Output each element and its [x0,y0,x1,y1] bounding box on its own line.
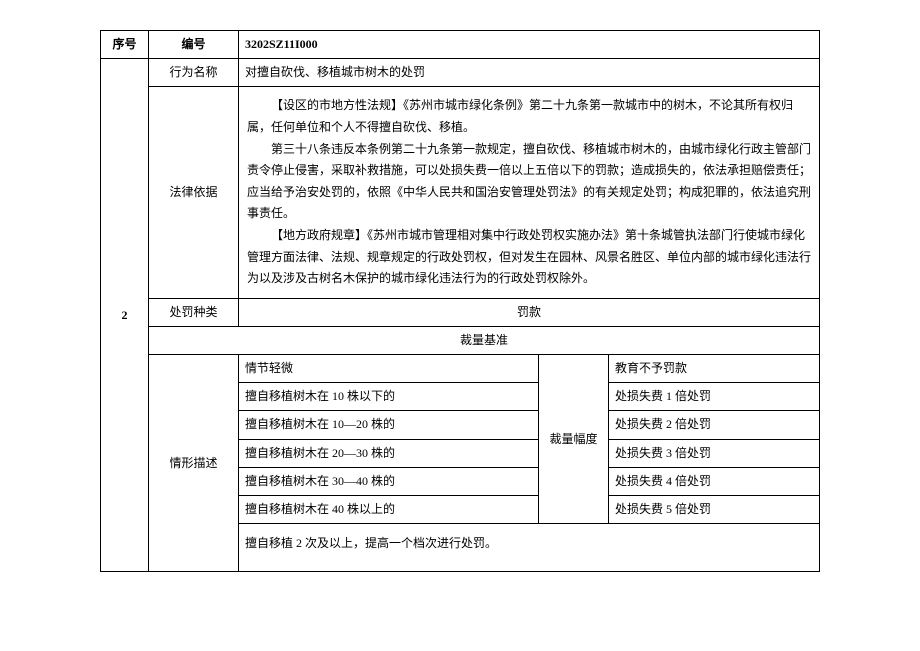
code-header: 编号 [149,31,239,59]
penalty-type-row: 处罚种类 罚款 [101,298,820,326]
behavior-name-label: 行为名称 [149,59,239,87]
tier-situation: 擅自移植树木在 20—30 株的 [239,439,539,467]
seq-header: 序号 [101,31,149,59]
amplitude-label: 裁量幅度 [539,355,609,524]
tier-amplitude: 处损失费 2 倍处罚 [609,411,820,439]
tier-amplitude: 处损失费 5 倍处罚 [609,496,820,524]
tier-amplitude: 处损失费 4 倍处罚 [609,467,820,495]
penalty-type-value: 罚款 [239,298,820,326]
penalty-table: 序号 编号 3202SZ11I000 2 行为名称 对擅自砍伐、移植城市树木的处… [100,30,820,572]
behavior-name-value: 对擅自砍伐、移植城市树木的处罚 [239,59,820,87]
law-basis-row: 法律依据 【设区的市地方性法规】《苏州市城市绿化条例》第二十九条第一款城市中的树… [101,87,820,298]
behavior-row: 2 行为名称 对擅自砍伐、移植城市树木的处罚 [101,59,820,87]
situation-label: 情形描述 [149,355,239,572]
tier-situation: 擅自移植树木在 10—20 株的 [239,411,539,439]
law-basis-text: 【设区的市地方性法规】《苏州市城市绿化条例》第二十九条第一款城市中的树木，不论其… [239,87,820,298]
tier-amplitude: 处损失费 3 倍处罚 [609,439,820,467]
tier-situation: 擅自移植树木在 40 株以上的 [239,496,539,524]
table-header-row: 序号 编号 3202SZ11I000 [101,31,820,59]
penalty-type-label: 处罚种类 [149,298,239,326]
tier-amplitude: 教育不予罚款 [609,355,820,383]
code-value: 3202SZ11I000 [239,31,820,59]
tier-row: 情形描述 情节轻微 裁量幅度 教育不予罚款 [101,355,820,383]
tier-situation: 擅自移植树木在 10 株以下的 [239,383,539,411]
law-basis-label: 法律依据 [149,87,239,298]
discretion-basis-label: 裁量基准 [149,326,820,354]
tier-amplitude: 处损失费 1 倍处罚 [609,383,820,411]
discretion-basis-row: 裁量基准 [101,326,820,354]
tier-situation: 情节轻微 [239,355,539,383]
tier-situation: 擅自移植树木在 30—40 株的 [239,467,539,495]
note-text: 擅自移植 2 次及以上，提高一个档次进行处罚。 [239,524,820,572]
seq-cell: 2 [101,59,149,572]
